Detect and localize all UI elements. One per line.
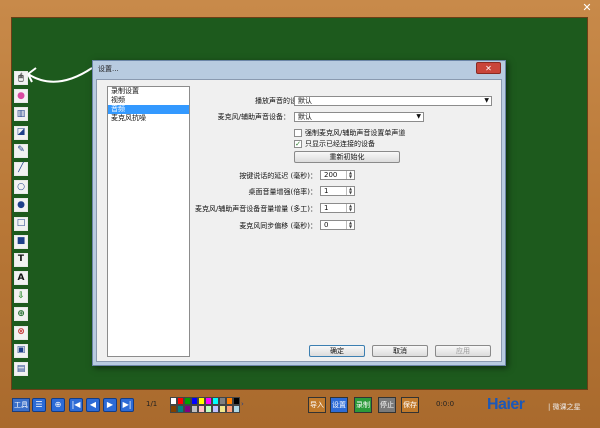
color-swatch[interactable] (233, 405, 240, 413)
mic-gain-stepper[interactable]: 1 ▲ ▼ (320, 203, 355, 213)
color-swatch[interactable] (219, 405, 226, 413)
prev-page-icon[interactable]: ◀ (86, 398, 100, 412)
bottom-toolbar: 工具 ☰ ⊕ |◀ ◀ ▶ ▶| 1/1 › 导入 设置 录制 停止 保存 0:… (0, 392, 600, 428)
text-icon[interactable]: T (14, 252, 28, 267)
show-connected-checkbox[interactable]: ✓ 只显示已经连接的设备 (294, 139, 375, 149)
color-swatch[interactable] (233, 397, 240, 405)
color-swatch[interactable] (212, 397, 219, 405)
page-counter: 1/1 (146, 400, 158, 408)
mono-checkbox-box[interactable] (294, 129, 302, 137)
chevron-down-icon: ▼ (484, 97, 489, 104)
brand-subtitle: | 微课之星 (548, 403, 581, 411)
first-page-icon[interactable]: |◀ (69, 398, 83, 412)
color-swatch[interactable] (212, 405, 219, 413)
stepper-arrows-icon[interactable]: ▲ ▼ (346, 221, 354, 229)
rect-filled-icon[interactable]: ■ (14, 234, 28, 249)
reinitialize-button[interactable]: 重新初始化 (294, 151, 400, 163)
nav-item-mic-noise[interactable]: 麦克风抗噪 (108, 114, 189, 123)
color-swatch[interactable] (184, 405, 191, 413)
chevron-down-icon: ▼ (416, 113, 421, 120)
circle-outline-icon[interactable]: ○ (14, 180, 28, 195)
color-swatch[interactable] (226, 405, 233, 413)
mic-gain-value: 1 (324, 204, 329, 212)
settings-button[interactable]: 设置 (330, 397, 348, 413)
color-palette (170, 397, 240, 413)
cancel-button[interactable]: 取消 (372, 345, 428, 357)
pen-width-icon[interactable]: ▥ (14, 107, 28, 122)
nav-item-record[interactable]: 录制设置 (108, 87, 189, 96)
brand-logo: Haier (487, 396, 525, 413)
palette-more-icon[interactable]: › (241, 400, 244, 414)
record-timer: 0:0:0 (436, 400, 455, 408)
color-swatch[interactable] (177, 397, 184, 405)
mic-sync-value: 0 (324, 221, 329, 229)
color-swatch[interactable] (226, 397, 233, 405)
dialog-title: 设置... (98, 65, 119, 73)
color-swatch[interactable] (191, 405, 198, 413)
next-page-icon[interactable]: ▶ (103, 398, 117, 412)
ok-button[interactable]: 确定 (309, 345, 365, 357)
last-page-icon[interactable]: ▶| (120, 398, 134, 412)
apply-button: 应用 (435, 345, 491, 357)
color-swatch[interactable] (198, 397, 205, 405)
list-icon[interactable]: ☰ (32, 398, 46, 412)
ptt-delay-stepper[interactable]: 200 ▲ ▼ (320, 170, 355, 180)
show-connected-label: 只显示已经连接的设备 (305, 140, 375, 148)
nav-item-video[interactable]: 视频 (108, 96, 189, 105)
mic-device-select[interactable]: 默认 ▼ (294, 112, 424, 122)
save-icon[interactable]: ▣ (14, 343, 28, 358)
stop-button[interactable]: 停止 (378, 397, 396, 413)
stepper-arrows-icon[interactable]: ▲ ▼ (346, 187, 354, 195)
mic-sync-label: 麦克风同步偏移 (毫秒)： (239, 222, 317, 230)
desktop-gain-label: 桌面音量增强(倍率)： (248, 188, 317, 196)
mic-gain-label: 麦克风/辅助声音设备音量增量 (多工)： (194, 205, 317, 213)
add-page-icon[interactable]: ⊕ (51, 398, 65, 412)
mic-device-value: 默认 (298, 113, 312, 121)
dialog-body: 录制设置 视频 音频 麦克风抗噪 播放声音的设备： 默认 ▼ 麦克风/辅助声音设… (96, 79, 502, 362)
screen-icon[interactable]: ▤ (14, 362, 28, 376)
color-swatch[interactable] (177, 405, 184, 413)
color-swatch[interactable] (198, 405, 205, 413)
mic-sync-stepper[interactable]: 0 ▲ ▼ (320, 220, 355, 230)
mono-checkbox-label: 强制麦克风/辅助声音设置单声道 (305, 129, 406, 137)
text-style-icon[interactable]: A (14, 271, 28, 286)
pointer-arrow-icon (27, 67, 93, 83)
ptt-delay-label: 按键说话的延迟 (毫秒)： (239, 172, 317, 180)
color-swatch[interactable] (205, 397, 212, 405)
import-button[interactable]: 导入 (308, 397, 326, 413)
nav-item-audio[interactable]: 音频 (108, 105, 189, 114)
color-swatch[interactable] (191, 397, 198, 405)
color-swatch[interactable] (184, 397, 191, 405)
zoom-icon[interactable]: ⊕ (14, 307, 28, 322)
stepper-arrows-icon[interactable]: ▲ ▼ (346, 204, 354, 212)
circle-filled-icon[interactable]: ● (14, 198, 28, 213)
show-connected-checkbox-box[interactable]: ✓ (294, 140, 302, 148)
import-icon[interactable]: ⇩ (14, 289, 28, 304)
stepper-arrows-icon[interactable]: ▲ ▼ (346, 171, 354, 179)
tools-button[interactable]: 工具 (12, 398, 30, 412)
clear-icon[interactable]: ⊗ (14, 325, 28, 340)
save-button[interactable]: 保存 (401, 397, 419, 413)
close-icon[interactable]: ✕ (580, 2, 594, 14)
left-toolbar: 🖱 ● ▥ ◪ ✎ ╱ ○ ● □ ■ T A ⇩ ⊕ ⊗ ▣ ▤ (14, 71, 28, 380)
ptt-delay-value: 200 (324, 171, 338, 179)
playback-device-value: 默认 (298, 97, 312, 105)
mono-checkbox[interactable]: 强制麦克风/辅助声音设置单声道 (294, 128, 405, 138)
playback-device-select[interactable]: 默认 ▼ (294, 96, 492, 106)
color-swatch[interactable] (219, 397, 226, 405)
desktop-gain-value: 1 (324, 187, 329, 195)
settings-dialog: 设置... ✕ 录制设置 视频 音频 麦克风抗噪 播放声音的设备： 默认 ▼ 麦… (92, 60, 506, 366)
desktop-gain-stepper[interactable]: 1 ▲ ▼ (320, 186, 355, 196)
color-swatch[interactable] (205, 405, 212, 413)
settings-nav: 录制设置 视频 音频 麦克风抗噪 (107, 86, 190, 357)
record-button[interactable]: 录制 (354, 397, 372, 413)
mic-device-label: 麦克风/辅助声音设备： (217, 113, 290, 121)
color-swatch[interactable] (170, 397, 177, 405)
rect-outline-icon[interactable]: □ (14, 216, 28, 231)
eraser-icon[interactable]: ✎ (14, 143, 28, 158)
color-swatch[interactable] (170, 405, 177, 413)
dialog-close-button[interactable]: ✕ (476, 62, 501, 74)
background-icon[interactable]: ◪ (14, 125, 28, 140)
line-icon[interactable]: ╱ (14, 161, 28, 176)
